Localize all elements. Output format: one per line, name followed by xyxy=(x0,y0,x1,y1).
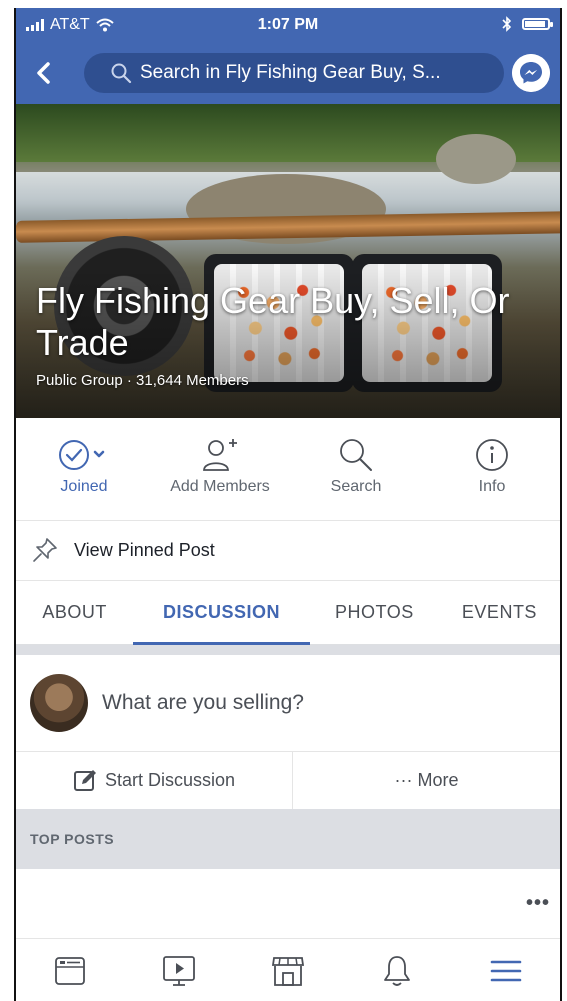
composer-placeholder: What are you selling? xyxy=(102,691,304,714)
add-person-icon xyxy=(203,439,237,471)
news-feed-icon xyxy=(55,956,86,985)
composer-actions: Start Discussion ··· More xyxy=(16,751,560,810)
info-label: Info xyxy=(478,478,506,495)
notifications-bell-icon xyxy=(383,955,410,986)
status-time: 1:07 PM xyxy=(257,16,319,33)
tab-about[interactable]: ABOUT xyxy=(16,580,133,644)
search-icon xyxy=(340,439,372,471)
more-label: ··· More xyxy=(394,769,459,790)
view-pinned-post[interactable]: View Pinned Post xyxy=(16,520,560,581)
post-options-icon[interactable]: ••• xyxy=(526,892,550,915)
joined-button[interactable]: Joined xyxy=(16,418,152,520)
top-posts-label: TOP POSTS xyxy=(30,831,115,847)
search-icon xyxy=(111,63,132,84)
status-right xyxy=(502,16,553,32)
start-discussion-label: Start Discussion xyxy=(104,769,236,790)
tab-discussion[interactable]: DISCUSSION xyxy=(133,580,310,645)
status-bar: AT&T 1:07 PM xyxy=(16,8,560,42)
search-group-button[interactable]: Search xyxy=(288,418,424,520)
back-arrow-icon[interactable] xyxy=(28,56,62,90)
compose-icon xyxy=(73,770,96,791)
tab-watch[interactable] xyxy=(125,940,234,1001)
pinned-label: View Pinned Post xyxy=(74,539,215,560)
bottom-divider xyxy=(16,938,560,939)
pin-icon xyxy=(33,538,57,562)
messenger-icon[interactable] xyxy=(512,54,550,92)
tab-news-feed[interactable] xyxy=(16,940,125,1001)
info-button[interactable]: Info xyxy=(424,418,560,520)
tab-marketplace[interactable] xyxy=(234,940,343,1001)
battery-level xyxy=(525,21,545,27)
group-title[interactable]: Fly Fishing Gear Buy, Sell, Or Trade xyxy=(36,280,536,364)
group-search-input[interactable]: Search in Fly Fishing Gear Buy, S... xyxy=(84,53,504,93)
more-button[interactable]: ··· More xyxy=(293,751,560,809)
group-tabs: ABOUT DISCUSSION PHOTOS EVENTS xyxy=(16,580,560,645)
top-posts-header: TOP POSTS xyxy=(16,809,560,869)
tab-events[interactable]: EVENTS xyxy=(439,580,560,644)
battery-icon xyxy=(522,18,553,30)
section-divider xyxy=(16,645,560,655)
user-avatar xyxy=(30,674,88,732)
phone-screen: AT&T 1:07 PM Search in Fly Fishing Gear … xyxy=(14,8,562,1001)
bluetooth-icon xyxy=(502,16,512,32)
group-actions: Joined Add Members Search Info xyxy=(16,418,560,521)
tab-notifications[interactable] xyxy=(342,940,451,1001)
add-members-button[interactable]: Add Members xyxy=(152,418,288,520)
search-text: Search in Fly Fishing Gear Buy, S... xyxy=(140,62,441,83)
tab-menu[interactable] xyxy=(451,940,560,1001)
watch-icon xyxy=(163,955,196,986)
menu-icon xyxy=(490,960,521,981)
start-discussion-button[interactable]: Start Discussion xyxy=(16,751,293,809)
top-navbar: Search in Fly Fishing Gear Buy, S... xyxy=(16,42,560,104)
info-icon xyxy=(476,439,508,471)
search-label: Search xyxy=(330,478,382,495)
marketplace-icon xyxy=(271,956,305,986)
add-members-label: Add Members xyxy=(170,478,270,495)
joined-label: Joined xyxy=(60,478,108,495)
group-cover-photo: Fly Fishing Gear Buy, Sell, Or Trade Pub… xyxy=(16,104,560,418)
checkmark-circle-icon xyxy=(59,440,105,470)
bottom-tab-bar xyxy=(16,940,560,1001)
tab-photos[interactable]: PHOTOS xyxy=(310,580,439,644)
group-meta: Public Group · 31,644 Members xyxy=(36,372,249,389)
post-composer[interactable]: What are you selling? xyxy=(16,655,560,752)
